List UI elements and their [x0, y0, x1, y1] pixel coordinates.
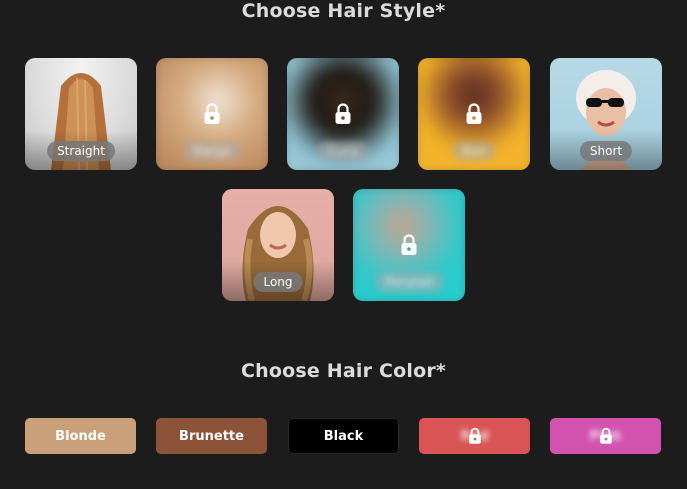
lock-icon: [401, 234, 417, 255]
hair-color-label: Blonde: [55, 428, 106, 444]
lock-icon: [204, 103, 220, 124]
hair-style-bangs-tile[interactable]: Bangs: [156, 58, 268, 170]
hair-style-bun-tile[interactable]: Bun: [418, 58, 530, 170]
hair-style-label: Straight: [47, 141, 115, 161]
hair-color-black-button[interactable]: Black: [288, 418, 399, 454]
hair-style-label: Bun: [452, 141, 496, 161]
hair-style-straight-tile[interactable]: Straight: [25, 58, 137, 170]
hair-style-label: Long: [253, 272, 303, 292]
hair-color-blonde-button[interactable]: Blonde: [25, 418, 136, 454]
hair-style-curly-tile[interactable]: Curly: [287, 58, 399, 170]
hair-color-title: Choose Hair Color*: [240, 360, 447, 382]
hair-color-red-button[interactable]: Red: [419, 418, 530, 454]
hair-style-label: Short: [579, 141, 633, 161]
hair-style-long-tile[interactable]: Long: [222, 189, 334, 301]
lock-icon: [466, 103, 482, 124]
hair-style-label: Bangs: [183, 141, 241, 161]
hair-style-title: Choose Hair Style*: [241, 0, 446, 22]
hair-color-pink-button[interactable]: Pink: [550, 418, 661, 454]
hair-customizer-page: Choose Hair Style* Straight Bangs Curly: [0, 0, 687, 489]
hair-style-label: Curly: [317, 141, 369, 161]
hair-color-brunette-button[interactable]: Brunette: [156, 418, 267, 454]
hair-color-label: Black: [323, 428, 364, 444]
hair-color-label: Brunette: [179, 428, 244, 444]
lock-icon: [335, 103, 351, 124]
hair-style-ponytail-tile[interactable]: Ponytail: [353, 189, 465, 301]
hair-style-label: Ponytail: [375, 272, 443, 292]
lock-icon: [599, 427, 612, 444]
lock-icon: [468, 427, 481, 444]
hair-style-short-tile[interactable]: Short: [550, 58, 662, 170]
